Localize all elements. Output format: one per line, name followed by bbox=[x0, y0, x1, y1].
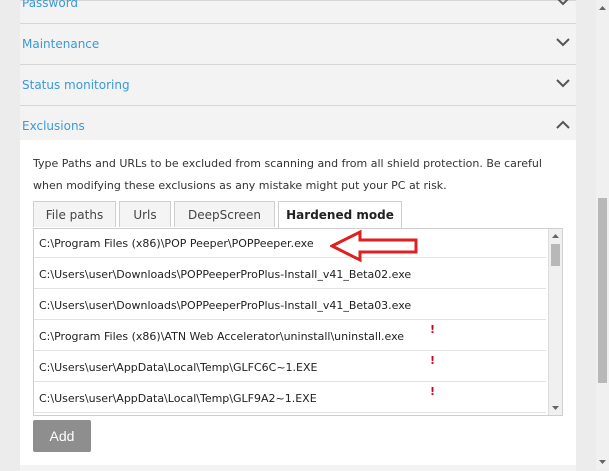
list-item[interactable]: C:\Users\user\AppData\Local\Temp\GLF9A2~… bbox=[34, 384, 546, 413]
exclusion-path: C:\Program Files (x86)\ATN Web Accelerat… bbox=[39, 330, 405, 343]
page-scrollbar[interactable] bbox=[596, 0, 609, 470]
tab-urls[interactable]: Urls bbox=[119, 201, 171, 227]
tab-deepscreen[interactable]: DeepScreen bbox=[174, 201, 275, 227]
add-button[interactable]: Add bbox=[33, 420, 91, 452]
exclusion-path: C:\Users\user\Downloads\POPPeeperProPlus… bbox=[39, 299, 412, 312]
section-exclusions[interactable]: Exclusions bbox=[20, 107, 576, 141]
scroll-thumb[interactable] bbox=[598, 198, 607, 383]
scroll-thumb[interactable] bbox=[551, 244, 560, 266]
section-password[interactable]: Password bbox=[20, 0, 576, 24]
warning-icon: ! bbox=[430, 323, 436, 336]
chevron-down-icon[interactable] bbox=[556, 0, 570, 6]
chevron-down-icon[interactable] bbox=[556, 38, 570, 47]
list-item[interactable]: C:\Program Files (x86)\ATN Web Accelerat… bbox=[34, 322, 546, 351]
section-title: Password bbox=[22, 0, 79, 10]
section-title: Status monitoring bbox=[22, 78, 130, 92]
annotation-arrow-icon bbox=[330, 229, 418, 263]
scroll-down-icon[interactable] bbox=[549, 403, 562, 413]
list-item[interactable]: C:\Users\user\Downloads\POPPeeperProPlus… bbox=[34, 291, 546, 320]
section-title: Maintenance bbox=[22, 37, 100, 51]
tab-hardened-mode[interactable]: Hardened mode bbox=[278, 201, 402, 229]
section-title: Exclusions bbox=[22, 119, 85, 133]
tab-file-paths[interactable]: File paths bbox=[33, 201, 116, 227]
exclusion-path: C:\Program Files (x86)\POP Peeper\POPPee… bbox=[39, 237, 314, 250]
exclusion-path: C:\Users\user\AppData\Local\Temp\GLF9A2~… bbox=[39, 392, 317, 405]
exclusion-path: C:\Users\user\Downloads\POPPeeperProPlus… bbox=[39, 268, 412, 281]
scroll-up-icon[interactable] bbox=[549, 231, 562, 241]
exclusion-path: C:\Users\user\AppData\Local\Temp\GLFC6C~… bbox=[39, 361, 318, 374]
exclusions-description: Type Paths and URLs to be excluded from … bbox=[33, 157, 542, 192]
chevron-down-icon[interactable] bbox=[556, 79, 570, 88]
list-scrollbar[interactable] bbox=[548, 229, 562, 415]
section-status-monitoring[interactable]: Status monitoring bbox=[20, 66, 576, 106]
scroll-down-icon[interactable] bbox=[596, 457, 609, 467]
list-item[interactable]: C:\Users\user\AppData\Local\Temp\GLFC6C~… bbox=[34, 353, 546, 382]
list-item[interactable]: C:\Users\user\Downloads\POPPeeperProPlus… bbox=[34, 260, 546, 289]
chevron-up-icon[interactable] bbox=[556, 120, 570, 129]
scroll-up-icon[interactable] bbox=[596, 3, 609, 13]
list-item[interactable]: C:\Program Files (x86)\POP Peeper\POPPee… bbox=[34, 229, 546, 258]
exclusions-list: C:\Program Files (x86)\POP Peeper\POPPee… bbox=[33, 228, 563, 416]
warning-icon: ! bbox=[430, 354, 436, 367]
section-maintenance[interactable]: Maintenance bbox=[20, 25, 576, 65]
warning-icon: ! bbox=[430, 385, 436, 398]
